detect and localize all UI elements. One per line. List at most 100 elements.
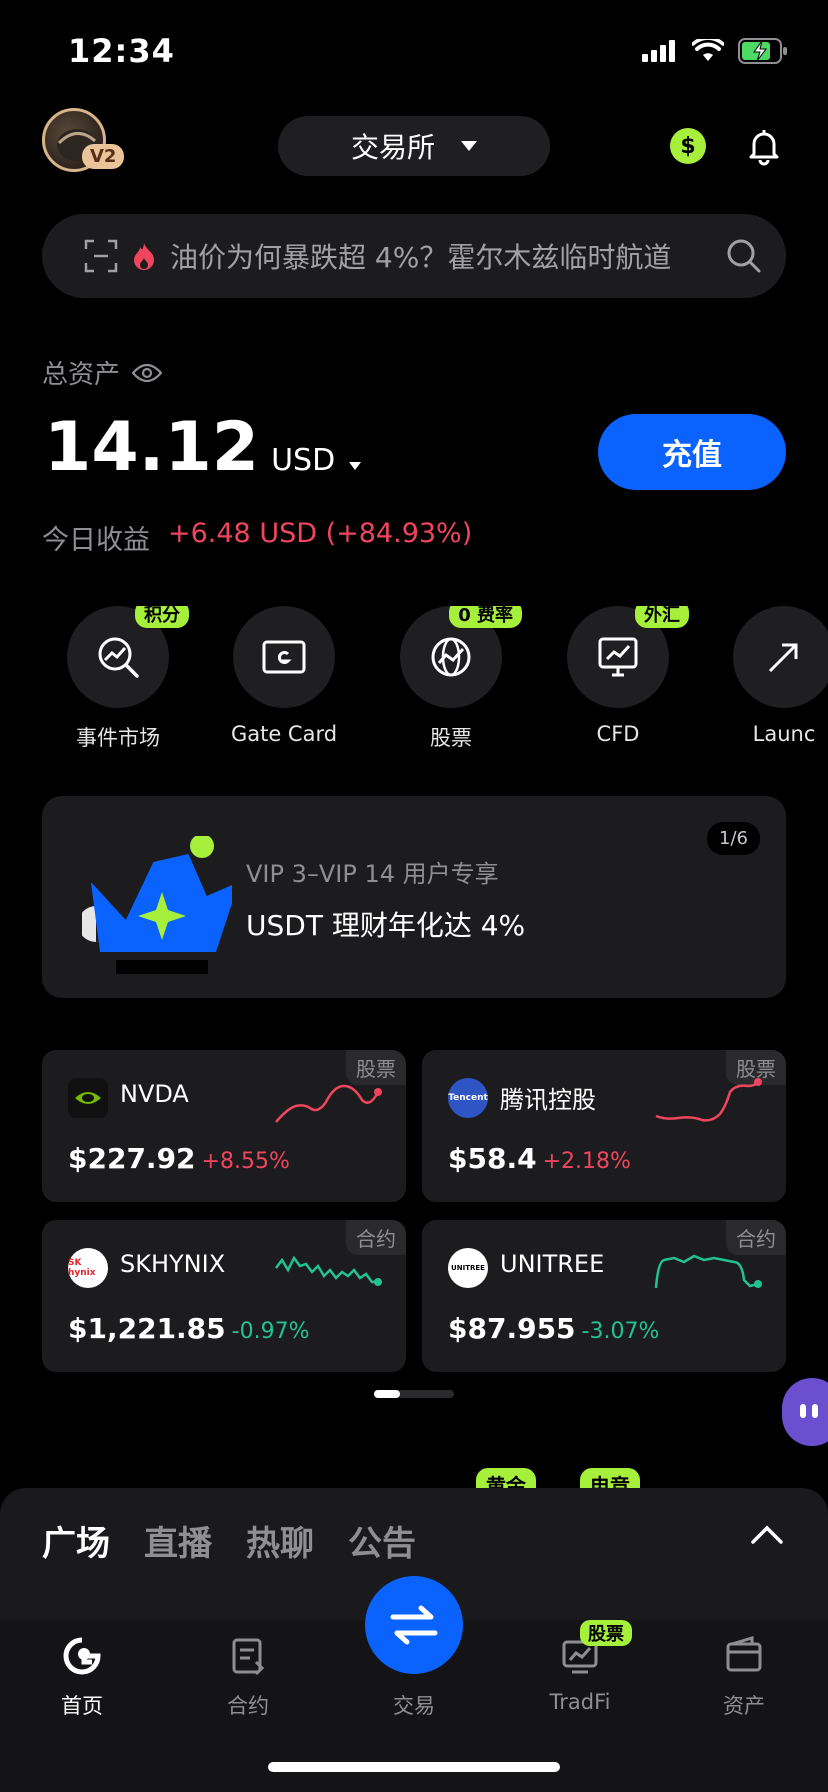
shortcut-label: Launc (752, 722, 816, 746)
wallet-icon (722, 1634, 766, 1678)
shortcut-event-market[interactable]: 积分 事件市场 (48, 606, 189, 752)
market-name: 腾讯控股 (500, 1086, 596, 1114)
market-change: +2.18% (542, 1149, 631, 1174)
tab-label: 合约 (227, 1694, 269, 1718)
tab-label: 首页 (61, 1694, 103, 1718)
search-bar[interactable]: 油价为何暴跌超 4%？霍尔木兹临时航道 (42, 214, 786, 298)
assistant-icon (800, 1404, 818, 1418)
deposit-button[interactable]: 充值 (598, 414, 786, 490)
total-assets-value: 14.12 USD (44, 408, 361, 487)
chat-assistant-button[interactable] (782, 1378, 828, 1446)
tencent-logo-icon: Tencent (448, 1078, 488, 1118)
shortcut-circle: 外汇 (567, 606, 689, 708)
promo-subtitle: VIP 3–VIP 14 用户专享 (246, 860, 499, 888)
status-time: 12:34 (68, 32, 175, 70)
market-card-tencent[interactable]: 股票 Tencent 腾讯控股 $58.4 +2.18% (422, 1050, 786, 1202)
today-pnl-value: +6.48 USD (+84.93%) (168, 518, 473, 549)
bell-icon[interactable] (744, 126, 784, 166)
market-name: SKHYNIX (120, 1250, 226, 1278)
tab-futures[interactable]: 合约 (188, 1634, 308, 1720)
market-change: -3.07% (581, 1319, 660, 1344)
market-price-value: $227.92 (68, 1142, 196, 1175)
card-icon (262, 640, 306, 674)
total-assets-text: 总资产 (42, 360, 121, 390)
status-bar: 12:34 (0, 0, 828, 100)
scan-icon[interactable] (84, 239, 118, 273)
shortcut-label: 事件市场 (76, 726, 160, 750)
vip-badge: V2 (82, 144, 125, 169)
market-price-value: $87.955 (448, 1312, 576, 1345)
tab-home[interactable]: 首页 (22, 1634, 142, 1720)
shortcut-cfd[interactable]: 外汇 CFD (548, 606, 689, 746)
shortcut-gate-card[interactable]: Gate Card (214, 606, 354, 746)
nvda-logo-icon (68, 1078, 108, 1118)
skhynix-logo-icon: SK hynix (68, 1248, 108, 1288)
market-price: $58.4 +2.18% (448, 1142, 631, 1175)
tab-hot-chat[interactable]: 热聊 (246, 1516, 314, 1565)
today-pnl-label: 今日收益 (42, 525, 150, 556)
launch-icon (768, 643, 798, 673)
promo-counter: 1/6 (707, 822, 760, 855)
exchange-switcher[interactable]: 交易所 (278, 116, 550, 176)
fire-icon (134, 243, 154, 270)
market-name: UNITREE (500, 1250, 605, 1278)
feed-tabs: 广场 直播 热聊 公告 (42, 1516, 416, 1565)
status-icons (642, 38, 788, 64)
market-price-value: $1,221.85 (68, 1312, 226, 1345)
crown-illustration (82, 836, 232, 974)
market-name: NVDA (120, 1080, 189, 1108)
shortcut-label: CFD (596, 722, 640, 746)
shortcut-circle: 0 费率 (400, 606, 522, 708)
tradfi-icon: 股票 (558, 1620, 632, 1678)
tab-tradfi[interactable]: 股票 TradFi (520, 1620, 640, 1714)
shortcut-tag: 0 费率 (449, 606, 522, 628)
assets-amount: 14.12 (44, 408, 260, 487)
promo-banner[interactable]: 1/6 VIP 3–VIP 14 用户专享 USDT 理财年化达 4% (42, 796, 786, 998)
sparkline-chart (654, 1254, 762, 1289)
sparkline-chart (275, 1255, 382, 1286)
wifi-icon (692, 39, 724, 61)
home-icon (60, 1634, 104, 1678)
tab-announcement[interactable]: 公告 (348, 1516, 416, 1565)
shortcut-row: 积分 事件市场 Gate Card 0 费率 股票 外汇 CFD Launc (0, 606, 828, 756)
event-market-icon (98, 637, 139, 678)
tab-live[interactable]: 直播 (144, 1516, 212, 1565)
market-card-unitree[interactable]: 合约 UNITREE UNITREE $87.955 -3.07% (422, 1220, 786, 1372)
search-icon[interactable] (726, 238, 762, 274)
shortcut-stocks[interactable]: 0 费率 股票 (381, 606, 522, 752)
sparkline-chart (275, 1084, 382, 1123)
eye-icon[interactable] (132, 363, 163, 383)
currency-label: USD (271, 443, 336, 478)
market-card-nvda[interactable]: 股票 NVDA $227.92 +8.55% (42, 1050, 406, 1202)
globe-icon (431, 637, 471, 677)
dollar-icon[interactable]: $ (670, 128, 706, 164)
market-price: $1,221.85 -0.97% (68, 1312, 309, 1345)
home-indicator (268, 1762, 560, 1772)
market-cards: 股票 NVDA $227.92 +8.55% 股票 Tencent 腾讯控股 $5… (42, 1050, 786, 1372)
trade-label: 交易 (393, 1694, 435, 1718)
chart-monitor-icon (598, 637, 638, 677)
market-change: -0.97% (231, 1319, 310, 1344)
tab-plaza[interactable]: 广场 (42, 1516, 110, 1565)
tab-label: TradFi (549, 1690, 611, 1714)
currency-selector[interactable]: USD (271, 443, 361, 478)
shortcut-tag: 积分 (135, 606, 189, 628)
caret-down-icon (461, 141, 477, 151)
chevron-up-icon[interactable] (750, 1522, 784, 1546)
unitree-logo-icon: UNITREE (448, 1248, 488, 1288)
market-card-skhynix[interactable]: 合约 SK hynix SKHYNIX $1,221.85 -0.97% (42, 1220, 406, 1372)
pager-active-dot (374, 1390, 400, 1398)
shortcut-label: 股票 (430, 726, 472, 750)
carousel-pager (374, 1390, 454, 1398)
shortcut-launch[interactable]: Launc (714, 606, 828, 746)
market-price-value: $58.4 (448, 1142, 537, 1175)
market-price: $87.955 -3.07% (448, 1312, 659, 1345)
tab-label: 资产 (723, 1694, 765, 1718)
trade-button[interactable] (365, 1576, 463, 1674)
search-input[interactable]: 油价为何暴跌超 4%？霍尔木兹临时航道 (170, 236, 726, 276)
shortcut-circle (233, 606, 335, 708)
swap-arrows-icon (390, 1605, 438, 1645)
shortcut-circle: 积分 (67, 606, 189, 708)
tradfi-badge: 股票 (580, 1620, 632, 1646)
tab-assets[interactable]: 资产 (684, 1634, 804, 1720)
